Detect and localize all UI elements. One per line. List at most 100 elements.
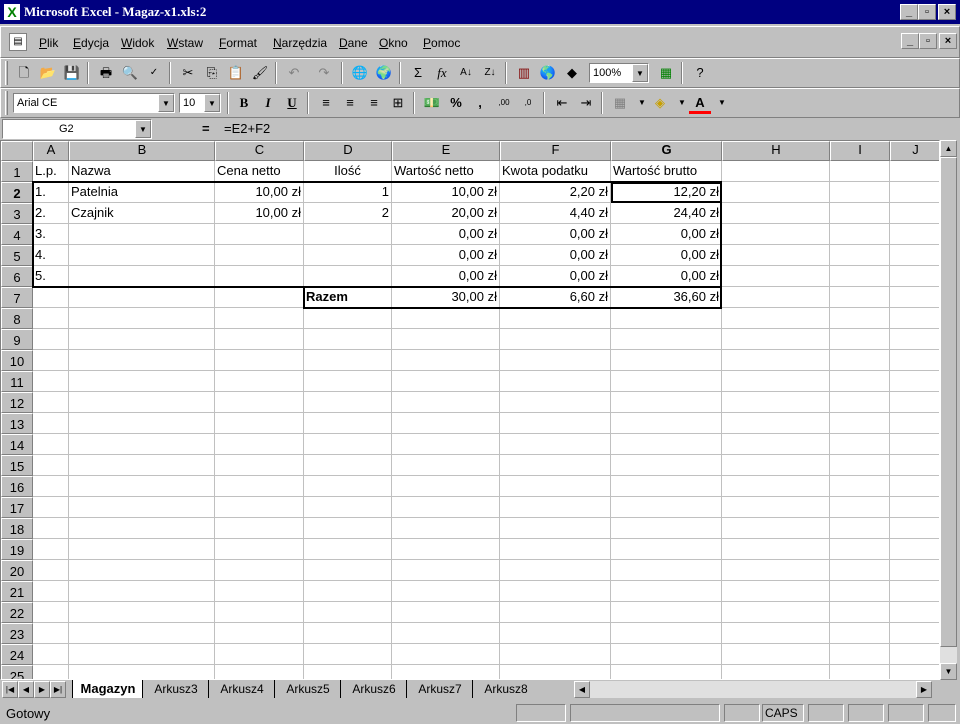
table-header-cell[interactable]: Kwota podatku <box>500 161 611 182</box>
cell[interactable] <box>890 623 939 644</box>
toolbar-grip[interactable] <box>5 91 8 115</box>
cell[interactable] <box>830 308 890 329</box>
cell[interactable] <box>215 602 304 623</box>
cell[interactable] <box>392 329 500 350</box>
cell[interactable] <box>69 455 215 476</box>
cell[interactable] <box>722 329 830 350</box>
cell[interactable] <box>500 497 611 518</box>
table-header-cell[interactable]: Wartość brutto <box>611 161 722 182</box>
cell[interactable] <box>890 518 939 539</box>
cell[interactable] <box>830 644 890 665</box>
sheet-tab-magazyn[interactable]: Magazyn <box>72 680 143 698</box>
cell[interactable] <box>890 350 939 371</box>
column-header-f[interactable]: F <box>500 141 611 161</box>
cell[interactable] <box>304 623 392 644</box>
table-cell[interactable] <box>69 245 215 266</box>
row-header-7[interactable]: 7 <box>1 287 33 308</box>
equals-sign[interactable]: = <box>202 121 210 136</box>
cell[interactable] <box>304 455 392 476</box>
cell[interactable] <box>392 665 500 679</box>
cell[interactable] <box>830 560 890 581</box>
cell[interactable] <box>830 581 890 602</box>
cell[interactable] <box>304 392 392 413</box>
decrease-indent-icon[interactable]: ⇤ <box>551 92 573 114</box>
size-select[interactable]: 10 ▼ <box>179 93 221 113</box>
table-cell[interactable]: 1. <box>33 182 69 203</box>
cell[interactable] <box>890 371 939 392</box>
help-icon[interactable]: ? <box>689 62 711 84</box>
copy-icon[interactable]: ⎘ <box>201 62 223 84</box>
doc-close-button[interactable]: × <box>939 33 957 49</box>
chevron-down-icon[interactable]: ▼ <box>158 94 174 112</box>
menu-widok[interactable]: Widok <box>121 36 154 50</box>
table-cell[interactable]: 24,40 zł <box>611 203 722 224</box>
cell[interactable] <box>611 413 722 434</box>
cell[interactable] <box>33 308 69 329</box>
row-header-20[interactable]: 20 <box>1 560 33 581</box>
font-color-button[interactable]: A <box>689 92 711 114</box>
undo-icon[interactable]: ↶ <box>283 62 305 84</box>
cell[interactable] <box>304 665 392 679</box>
column-header-c[interactable]: C <box>215 141 304 161</box>
select-all-corner[interactable] <box>1 141 33 161</box>
cell[interactable] <box>500 329 611 350</box>
cell[interactable] <box>722 392 830 413</box>
cell[interactable] <box>392 623 500 644</box>
toolbar-grip[interactable] <box>5 61 8 85</box>
cell[interactable] <box>722 665 830 679</box>
cell[interactable] <box>392 518 500 539</box>
column-header-a[interactable]: A <box>33 141 69 161</box>
drawing-icon[interactable]: ◆ <box>561 62 583 84</box>
new-icon[interactable]: 🗋 <box>13 62 35 84</box>
cell[interactable] <box>722 266 830 287</box>
row-header-25[interactable]: 25 <box>1 665 33 679</box>
cell[interactable] <box>611 602 722 623</box>
cell[interactable] <box>304 560 392 581</box>
cell[interactable] <box>304 497 392 518</box>
cell[interactable] <box>890 476 939 497</box>
cell[interactable] <box>69 602 215 623</box>
cell[interactable] <box>830 476 890 497</box>
cell[interactable] <box>890 539 939 560</box>
total-label[interactable]: Razem <box>304 287 392 308</box>
cell[interactable] <box>215 350 304 371</box>
align-center-icon[interactable]: ≡ <box>339 92 361 114</box>
cell[interactable] <box>215 329 304 350</box>
minimize-button[interactable]: _ <box>900 4 918 20</box>
cell[interactable] <box>890 161 939 182</box>
cell[interactable] <box>392 434 500 455</box>
table-cell[interactable] <box>69 266 215 287</box>
cell[interactable] <box>33 581 69 602</box>
cell[interactable] <box>890 224 939 245</box>
cell[interactable] <box>69 434 215 455</box>
vertical-scrollbar[interactable]: ▲ ▼ <box>940 140 957 680</box>
cell[interactable] <box>33 476 69 497</box>
cell[interactable] <box>830 392 890 413</box>
cell[interactable] <box>69 350 215 371</box>
cell[interactable] <box>722 539 830 560</box>
increase-indent-icon[interactable]: ⇥ <box>575 92 597 114</box>
cell[interactable] <box>69 560 215 581</box>
cell[interactable] <box>500 644 611 665</box>
cell[interactable] <box>890 329 939 350</box>
cell[interactable] <box>890 497 939 518</box>
cell[interactable] <box>500 581 611 602</box>
cell[interactable] <box>33 434 69 455</box>
cell[interactable] <box>611 350 722 371</box>
table-cell[interactable]: 0,00 zł <box>392 245 500 266</box>
row-header-8[interactable]: 8 <box>1 308 33 329</box>
cell[interactable] <box>830 350 890 371</box>
cell[interactable] <box>722 434 830 455</box>
sheet-tab-arkusz3[interactable]: Arkusz3 <box>142 680 209 698</box>
table-header-cell[interactable]: Nazwa <box>69 161 215 182</box>
table-cell[interactable]: 5. <box>33 266 69 287</box>
cell[interactable] <box>304 539 392 560</box>
menu-format[interactable]: Format <box>219 36 257 50</box>
cell[interactable] <box>69 644 215 665</box>
cell[interactable] <box>611 371 722 392</box>
table-header-cell[interactable]: L.p. <box>33 161 69 182</box>
row-header-16[interactable]: 16 <box>1 476 33 497</box>
cell[interactable] <box>830 203 890 224</box>
last-sheet-icon[interactable]: ▶| <box>50 681 66 698</box>
maximize-button[interactable]: ▫ <box>918 4 936 20</box>
